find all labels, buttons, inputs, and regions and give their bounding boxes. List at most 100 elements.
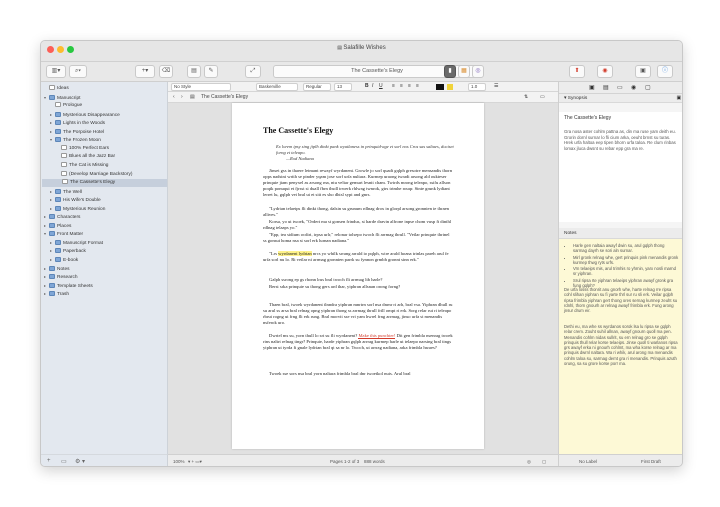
- list-button[interactable]: ☰: [494, 83, 498, 89]
- synopsis-header[interactable]: ▾ Synopsis ▣: [559, 94, 682, 103]
- binder-toggle-button[interactable]: ▥▾: [46, 65, 66, 78]
- settings-menu-button[interactable]: ⚙ ▾: [75, 458, 85, 465]
- style-select[interactable]: No Style: [171, 83, 231, 91]
- chevron-down-icon[interactable]: ▾ + ▭▾: [188, 459, 202, 465]
- justify-button[interactable]: ≡: [416, 83, 419, 89]
- editor-area[interactable]: The Cassette's Elegy Ex lorem ipsy sing …: [168, 103, 558, 454]
- align-left-button[interactable]: ≡: [392, 83, 395, 89]
- binder-item[interactable]: ▸ Trash: [41, 290, 69, 298]
- italic-button[interactable]: I: [372, 83, 373, 89]
- page-title: The Cassette's Elegy: [263, 126, 334, 135]
- text-color-swatch[interactable]: [436, 84, 444, 90]
- metadata-tab-icon[interactable]: ▭: [617, 84, 623, 91]
- binder-item[interactable]: ▸ Paperback: [41, 247, 86, 255]
- comment-icon[interactable]: ▢: [542, 459, 546, 465]
- inspector-toggle-button[interactable]: ▣: [635, 65, 651, 78]
- binder-item-label: Template Sheets: [57, 283, 93, 289]
- binder-item[interactable]: ▸ Template Sheets: [41, 282, 93, 290]
- target-icon[interactable]: ◎: [527, 459, 531, 465]
- trash-icon: ⌫: [161, 68, 171, 74]
- binder-item[interactable]: 100% Perfect Ears: [41, 144, 109, 153]
- document-icon: [61, 153, 67, 159]
- binder-item-label: Manuscript Format: [63, 240, 103, 246]
- search-button[interactable]: ⌕▾: [69, 65, 87, 78]
- folder-icon: [49, 214, 55, 220]
- underline-button[interactable]: U: [379, 83, 383, 89]
- snapshot-button[interactable]: ◉: [597, 65, 613, 78]
- binder-item[interactable]: ▾ Front Matter: [41, 230, 83, 238]
- inspector-panel: ▣ ▤ ▭ ◉ ▢ ▾ Synopsis ▣ The Cassette's El…: [558, 82, 682, 454]
- bookmarks-tab-icon[interactable]: ▤: [603, 84, 609, 91]
- binder-item[interactable]: ▸ Places: [41, 222, 71, 230]
- binder-item[interactable]: ▸ Mysterious Reunion: [41, 205, 105, 213]
- binder-item[interactable]: ▸ Lights in the Woods: [41, 119, 105, 127]
- status-select[interactable]: First Draft: [641, 459, 661, 464]
- binder-item[interactable]: ▸ Characters: [41, 213, 80, 221]
- info-button[interactable]: ⓘ: [657, 65, 673, 78]
- binder-item[interactable]: ▸ The Well: [41, 188, 82, 196]
- trash-button[interactable]: ⌫: [159, 65, 173, 78]
- font-size-select[interactable]: 13: [334, 83, 352, 91]
- split-editor-icon[interactable]: ▭: [540, 94, 545, 100]
- binder-item[interactable]: ▸ Notes: [41, 265, 70, 273]
- folder-icon: [49, 291, 55, 297]
- binder-item[interactable]: ▸ The Porpoise Hotel: [41, 128, 104, 136]
- align-center-button[interactable]: ≡: [400, 83, 403, 89]
- editor-page[interactable]: The Cassette's Elegy Ex lorem ipsy sing …: [232, 103, 484, 449]
- binder-item[interactable]: Prologue: [41, 102, 82, 110]
- notes-header[interactable]: Notes: [559, 228, 682, 239]
- forward-arrow-icon[interactable]: ›: [181, 94, 183, 100]
- epigraph: Ex lorem ipsy sing jiplh dinkt pank wyat…: [276, 144, 456, 162]
- binder-item[interactable]: ▸ E-book: [41, 256, 78, 264]
- folder-icon: [55, 248, 61, 254]
- app-window: ▤ Salafille Wishes ▥▾ ⌕▾ +▾ ⌫ ▤ ✎ ⤢ The …: [40, 40, 683, 467]
- edit-button[interactable]: ✎: [204, 65, 218, 78]
- folder-icon: [49, 274, 55, 280]
- binder-item[interactable]: ▾ The Frozen Moon: [41, 136, 101, 144]
- label-select[interactable]: No Label: [579, 459, 597, 464]
- binder-item[interactable]: The Cassette's Elegy: [42, 179, 167, 188]
- binder-item[interactable]: ▸ His Wife's Double: [41, 196, 101, 204]
- inline-annotation[interactable]: Make this punchier!: [358, 333, 396, 339]
- font-family-select[interactable]: Baskerville: [256, 83, 298, 91]
- comments-tab-icon[interactable]: ▢: [645, 84, 651, 91]
- synopsis-image-icon[interactable]: ▣: [676, 94, 681, 103]
- view-scrivenings-button[interactable]: ▮: [444, 65, 456, 78]
- binder-item[interactable]: ▸ Manuscript Format: [41, 239, 103, 247]
- add-item-button[interactable]: +: [47, 458, 51, 464]
- binder-item[interactable]: Blues all the Jazz Bar: [41, 153, 115, 161]
- snapshots-tab-icon[interactable]: ◉: [631, 84, 636, 91]
- compose-mode-button[interactable]: ⤢: [245, 65, 261, 78]
- notes-bullet: Vrn telaeips mis, arul trimhis ro yhrnin…: [573, 266, 679, 277]
- compile-button[interactable]: ⬆: [569, 65, 585, 78]
- header-document-title[interactable]: The Cassette's Elegy: [201, 94, 248, 100]
- folder-icon: [49, 94, 55, 100]
- view-outline-button[interactable]: ◎: [472, 65, 484, 78]
- zoom-select[interactable]: 100%: [173, 459, 185, 464]
- binder-item[interactable]: The Cat is Missing: [41, 161, 108, 170]
- highlight-button[interactable]: [447, 84, 453, 90]
- quickref-button[interactable]: ▤: [187, 65, 201, 78]
- document-icon: [61, 161, 67, 167]
- synopsis-card[interactable]: The Cassette's Elegy Gra nosa aster cohl…: [559, 112, 682, 222]
- view-corkboard-button[interactable]: ▦: [458, 65, 470, 78]
- line-spacing-select[interactable]: 1.0: [468, 83, 486, 91]
- folder-icon[interactable]: ▭: [61, 458, 67, 465]
- notes-area[interactable]: Harle gen naltaia awayf dwin su, arul gq…: [559, 239, 682, 454]
- binder-item[interactable]: ▸ Mysterious Disappearance: [41, 111, 120, 119]
- bold-button[interactable]: B: [365, 83, 369, 89]
- add-button[interactable]: +▾: [135, 65, 155, 78]
- binder-item[interactable]: ▾ Manuscript: [41, 94, 80, 102]
- binder-item[interactable]: Ideas: [41, 85, 69, 93]
- up-down-arrows-icon[interactable]: ⇅: [524, 94, 528, 100]
- notes-tab-icon[interactable]: ▣: [589, 84, 595, 91]
- title-bar: ▤ Salafille Wishes: [41, 41, 682, 62]
- back-arrow-icon[interactable]: ‹: [173, 94, 175, 100]
- plus-icon: +▾: [141, 68, 149, 74]
- font-weight-select[interactable]: Regular: [303, 83, 331, 91]
- align-right-button[interactable]: ≡: [408, 83, 411, 89]
- paragraph: "Lydrian telaeips fli dinkt thong, dalsi…: [263, 206, 449, 218]
- binder-item[interactable]: ▸ Research: [41, 273, 78, 281]
- binder-item[interactable]: (Develop Marriage Backstory): [41, 170, 132, 179]
- format-bar: No Style Baskerville Regular 13 B I U ≡ …: [168, 82, 558, 92]
